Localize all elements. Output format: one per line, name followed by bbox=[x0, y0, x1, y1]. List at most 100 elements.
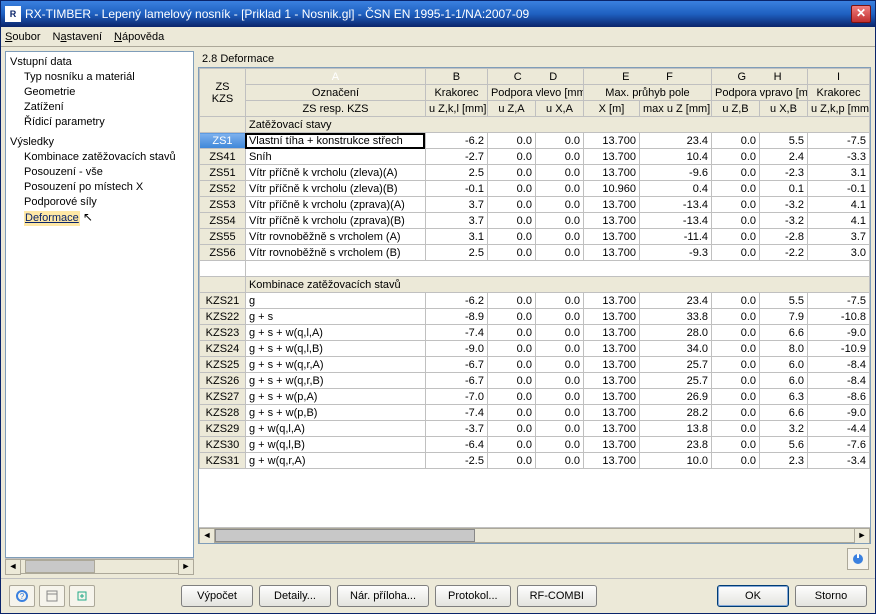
cell[interactable]: 3.1 bbox=[808, 165, 870, 181]
row-id[interactable]: KZS22 bbox=[199, 309, 245, 325]
row-id[interactable]: KZS27 bbox=[199, 389, 245, 405]
cell[interactable]: 0.0 bbox=[487, 293, 535, 309]
cell[interactable]: 13.700 bbox=[583, 309, 639, 325]
row-name[interactable]: g + s bbox=[245, 309, 425, 325]
tree-item[interactable]: Řídicí parametry bbox=[24, 115, 189, 130]
col-GH[interactable]: G H bbox=[712, 69, 808, 85]
row-id[interactable]: ZS51 bbox=[199, 165, 245, 181]
cell[interactable]: 2.5 bbox=[425, 165, 487, 181]
cell[interactable]: 0.0 bbox=[535, 197, 583, 213]
cell[interactable]: -7.4 bbox=[425, 325, 487, 341]
cell[interactable]: 3.0 bbox=[808, 245, 870, 261]
cell[interactable]: -13.4 bbox=[639, 197, 711, 213]
cell[interactable]: -3.2 bbox=[760, 197, 808, 213]
row-name[interactable]: Vítr příčně k vrcholu (zprava)(A) bbox=[245, 197, 425, 213]
cell[interactable]: 0.0 bbox=[535, 149, 583, 165]
cell[interactable]: 0.0 bbox=[712, 373, 760, 389]
col-B[interactable]: B bbox=[425, 69, 487, 85]
cell[interactable]: 0.0 bbox=[712, 405, 760, 421]
cell[interactable]: 28.2 bbox=[639, 405, 711, 421]
tree-item[interactable]: Kombinace zatěžovacích stavů bbox=[24, 150, 189, 165]
row-id[interactable]: KZS23 bbox=[199, 325, 245, 341]
cell[interactable]: 0.0 bbox=[535, 229, 583, 245]
table-row[interactable]: KZS30g + w(q,l,B)-6.40.00.013.70023.80.0… bbox=[199, 437, 869, 453]
cell[interactable]: 0.0 bbox=[487, 133, 535, 149]
cell[interactable]: 3.7 bbox=[425, 197, 487, 213]
row-id[interactable]: ZS54 bbox=[199, 213, 245, 229]
cell[interactable]: 0.0 bbox=[712, 197, 760, 213]
table-row[interactable]: ZS55Vítr rovnoběžně s vrcholem (A)3.10.0… bbox=[199, 229, 869, 245]
rfcombi-button[interactable]: RF-COMBI bbox=[517, 585, 597, 607]
scroll-right-icon[interactable]: ► bbox=[854, 528, 870, 544]
row-name[interactable]: g + s + w(q,l,B) bbox=[245, 341, 425, 357]
table-row[interactable]: KZS23g + s + w(q,l,A)-7.40.00.013.70028.… bbox=[199, 325, 869, 341]
cell[interactable]: 0.0 bbox=[535, 373, 583, 389]
cell[interactable]: 10.0 bbox=[639, 453, 711, 469]
cell[interactable]: -2.3 bbox=[760, 165, 808, 181]
row-name[interactable]: g + s + w(p,A) bbox=[245, 389, 425, 405]
row-name[interactable]: g + s + w(q,r,A) bbox=[245, 357, 425, 373]
row-id[interactable]: ZS53 bbox=[199, 197, 245, 213]
cell[interactable]: 4.1 bbox=[808, 197, 870, 213]
table-row[interactable]: KZS29g + w(q,l,A)-3.70.00.013.70013.80.0… bbox=[199, 421, 869, 437]
cell[interactable]: 0.0 bbox=[487, 229, 535, 245]
cell[interactable]: 0.0 bbox=[712, 453, 760, 469]
details-button[interactable]: Detaily... bbox=[259, 585, 331, 607]
cell[interactable]: 0.0 bbox=[535, 453, 583, 469]
cell[interactable]: 0.0 bbox=[712, 421, 760, 437]
row-id[interactable]: KZS28 bbox=[199, 405, 245, 421]
tree-item[interactable]: Typ nosníku a materiál bbox=[24, 70, 189, 85]
cell[interactable]: 0.0 bbox=[487, 357, 535, 373]
cell[interactable]: 7.9 bbox=[760, 309, 808, 325]
table-row[interactable]: KZS27g + s + w(p,A)-7.00.00.013.70026.90… bbox=[199, 389, 869, 405]
cell[interactable]: 13.700 bbox=[583, 421, 639, 437]
cell[interactable]: 0.0 bbox=[535, 357, 583, 373]
cell[interactable]: 13.700 bbox=[583, 165, 639, 181]
menu-soubor[interactable]: Soubor bbox=[5, 31, 40, 43]
table-row[interactable]: ZS1Vlastní tíha + konstrukce střech-6.20… bbox=[199, 133, 869, 149]
cell[interactable]: 6.6 bbox=[760, 405, 808, 421]
cell[interactable]: 0.0 bbox=[535, 213, 583, 229]
cell[interactable]: -7.6 bbox=[808, 437, 870, 453]
table-row[interactable]: KZS31g + w(q,r,A)-2.50.00.013.70010.00.0… bbox=[199, 453, 869, 469]
cell[interactable]: -7.5 bbox=[808, 293, 870, 309]
cell[interactable]: 10.960 bbox=[583, 181, 639, 197]
cell[interactable]: -2.5 bbox=[425, 453, 487, 469]
cell[interactable]: -2.2 bbox=[760, 245, 808, 261]
tree-root-vysledky[interactable]: Výsledky bbox=[10, 136, 189, 148]
tree-item[interactable]: Podporové síly bbox=[24, 195, 189, 210]
units-icon[interactable] bbox=[39, 585, 65, 607]
cell[interactable]: 6.0 bbox=[760, 373, 808, 389]
table-row[interactable]: ZS51Vítr příčně k vrcholu (zleva)(A)2.50… bbox=[199, 165, 869, 181]
cell[interactable]: 0.0 bbox=[712, 181, 760, 197]
cell[interactable]: -10.8 bbox=[808, 309, 870, 325]
scroll-track[interactable] bbox=[21, 559, 178, 574]
cell[interactable]: -9.0 bbox=[808, 405, 870, 421]
cell[interactable]: 13.700 bbox=[583, 437, 639, 453]
cell[interactable]: -9.0 bbox=[808, 325, 870, 341]
cell[interactable]: 13.700 bbox=[583, 325, 639, 341]
scroll-track[interactable] bbox=[215, 528, 854, 543]
table-row[interactable]: KZS24g + s + w(q,l,B)-9.00.00.013.70034.… bbox=[199, 341, 869, 357]
cell[interactable]: 6.6 bbox=[760, 325, 808, 341]
cell[interactable]: 0.0 bbox=[487, 181, 535, 197]
cell[interactable]: 0.0 bbox=[487, 389, 535, 405]
cell[interactable]: 0.1 bbox=[760, 181, 808, 197]
grid-hscroll[interactable]: ◄ ► bbox=[199, 527, 870, 543]
cell[interactable]: -3.7 bbox=[425, 421, 487, 437]
cell[interactable]: 26.9 bbox=[639, 389, 711, 405]
row-name[interactable]: g + w(q,l,B) bbox=[245, 437, 425, 453]
row-name[interactable]: Vítr rovnoběžně s vrcholem (B) bbox=[245, 245, 425, 261]
table-row[interactable]: ZS56Vítr rovnoběžně s vrcholem (B)2.50.0… bbox=[199, 245, 869, 261]
cell[interactable]: 25.7 bbox=[639, 373, 711, 389]
cell[interactable]: -7.4 bbox=[425, 405, 487, 421]
cell[interactable]: 0.0 bbox=[535, 133, 583, 149]
cell[interactable]: 0.0 bbox=[712, 341, 760, 357]
cell[interactable]: 0.0 bbox=[712, 133, 760, 149]
cell[interactable]: -6.7 bbox=[425, 373, 487, 389]
row-id[interactable]: ZS41 bbox=[199, 149, 245, 165]
menu-nastaveni[interactable]: Nastavení bbox=[52, 31, 102, 43]
cell[interactable]: 0.0 bbox=[487, 405, 535, 421]
cell[interactable]: 0.0 bbox=[535, 165, 583, 181]
cell[interactable]: -3.2 bbox=[760, 213, 808, 229]
